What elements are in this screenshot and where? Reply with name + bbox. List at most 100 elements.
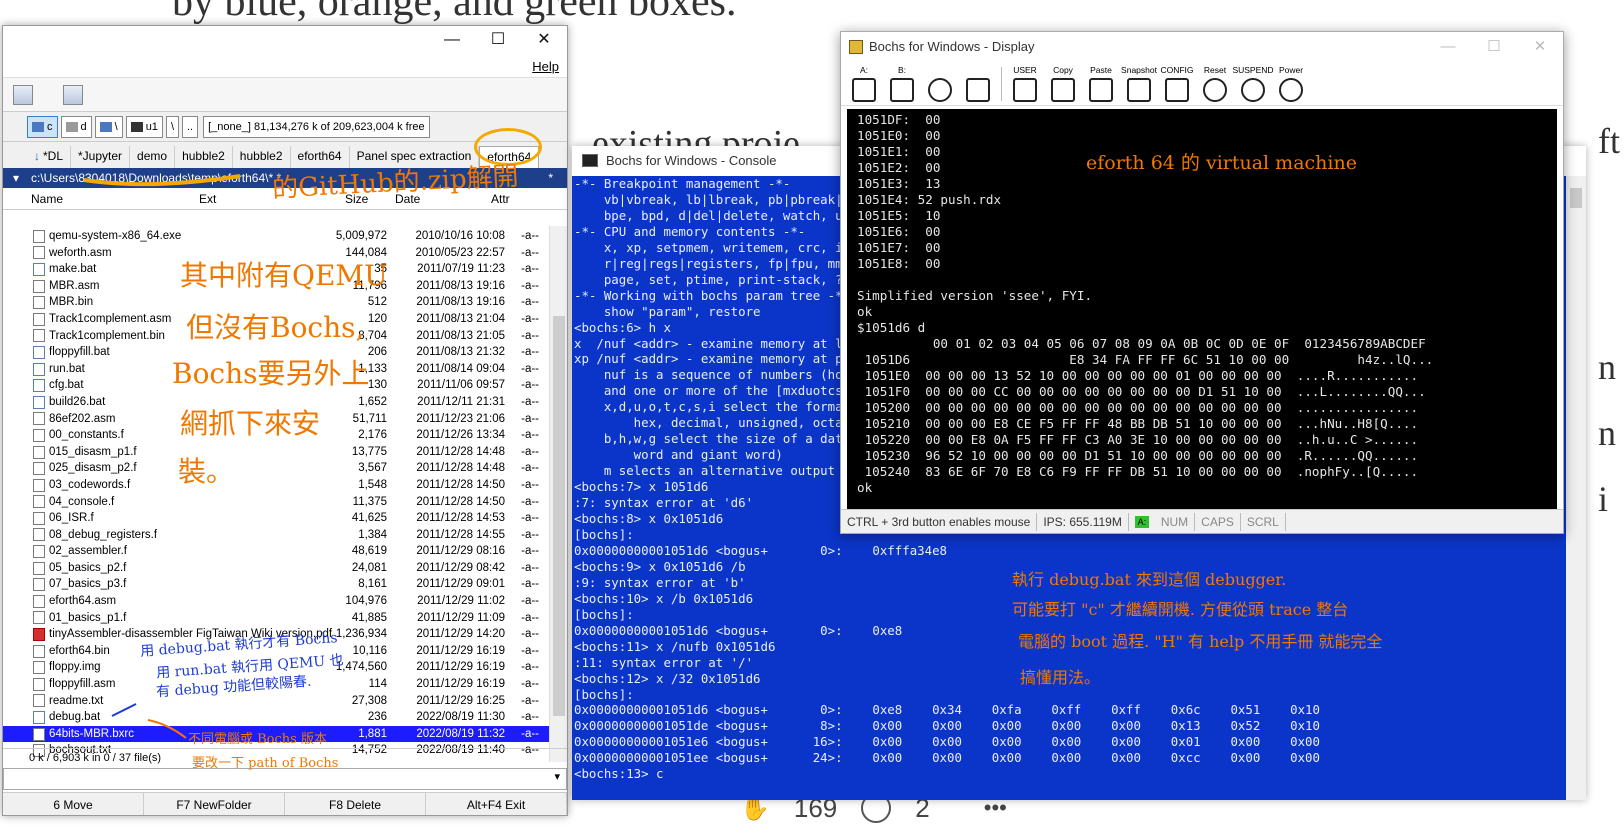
camera-button[interactable]: Snapshot: [1121, 65, 1157, 103]
file-date: 2011/12/29 14:20: [416, 628, 505, 641]
file-row[interactable]: debug.bat 236 2022/08/19 11:30 -a--: [3, 709, 551, 726]
console-scrollbar[interactable]: [1566, 176, 1586, 800]
file-file-icon: [33, 445, 45, 459]
file-row[interactable]: eforth64.asm 104,976 2011/12/29 11:02 -a--: [3, 593, 551, 610]
file-name-cell: make.bat: [33, 261, 96, 278]
annotation-debugger-3: 電腦的 boot 過程. "H" 有 help 不用手冊 就能完全: [1018, 632, 1383, 651]
file-date: 2011/12/28 14:48: [416, 445, 505, 458]
command-line-input[interactable]: ▾: [3, 768, 567, 790]
paste-button[interactable]: Paste: [1084, 65, 1118, 103]
tab-hubble2[interactable]: hubble2: [233, 146, 291, 168]
console-line: 0x00000000001051d6 <bogus+ 0>: 0xfffa34e…: [574, 542, 947, 558]
close-icon[interactable]: ✕: [1517, 32, 1563, 62]
file-size: 41,625: [351, 512, 387, 525]
file-row[interactable]: 04_console.f 11,375 2011/12/28 14:50 -a--: [3, 494, 551, 511]
drive-u1-button[interactable]: u1: [125, 115, 163, 138]
suspend-button[interactable]: SUSPEND: [1232, 65, 1274, 103]
network-drive-button[interactable]: \: [94, 115, 123, 138]
keyboard-button[interactable]: USER: [1008, 65, 1042, 103]
maximize-icon[interactable]: ☐: [475, 26, 521, 56]
file-name: eforth64.bin: [49, 644, 110, 657]
f7-newfolder-button[interactable]: F7 NewFolder: [144, 793, 285, 815]
file-row[interactable]: 08_debug_registers.f 1,384 2011/12/28 14:5…: [3, 527, 551, 544]
mouse-disabled-button[interactable]: [961, 65, 995, 103]
chevron-down-icon[interactable]: ▾: [554, 770, 560, 783]
mouse-disabled-icon: [966, 77, 990, 102]
console-line: <bochs:13> c: [574, 766, 664, 782]
toolbar-button-label: Power: [1278, 64, 1304, 75]
file-name: floppy.img: [49, 661, 101, 674]
floppy-a-button[interactable]: A:: [847, 65, 881, 103]
file-row[interactable]: 07_basics_p3.f 8,161 2011/12/29 09:01 -a--: [3, 576, 551, 593]
file-date: 2011/12/23 21:06: [416, 412, 505, 425]
display-titlebar[interactable]: Bochs for Windows - Display — ☐ ✕: [841, 32, 1563, 62]
file-file-icon: [33, 296, 45, 310]
copy-button[interactable]: Copy: [1046, 65, 1080, 103]
power-button[interactable]: Power: [1274, 65, 1308, 103]
minimize-icon[interactable]: —: [429, 26, 475, 56]
cdrom-button[interactable]: [923, 65, 957, 103]
close-icon[interactable]: ✕: [521, 26, 567, 56]
maximize-icon[interactable]: ☐: [1471, 32, 1517, 62]
scrollbar-thumb[interactable]: [553, 316, 565, 716]
drive-d-button[interactable]: d: [60, 115, 92, 138]
file-name-cell: 025_disasm_p2.f: [33, 460, 137, 477]
file-row[interactable]: 02_assembler.f 48,619 2011/12/29 08:16 -a--: [3, 543, 551, 560]
file-date: 2011/12/29 08:16: [416, 545, 505, 558]
file-row[interactable]: 025_disasm_p2.f 3,567 2011/12/28 14:48 -a--: [3, 460, 551, 477]
scrollbar-thumb[interactable]: [1570, 188, 1582, 208]
file-size: 120: [367, 312, 387, 325]
file-row[interactable]: 015_disasm_p1.f 13,775 2011/12/28 14:48 -a-…: [3, 444, 551, 461]
file-attr: -a--: [521, 445, 539, 458]
minimize-icon[interactable]: —: [1425, 32, 1471, 62]
notebook-icon[interactable]: [63, 84, 83, 105]
f8-delete-button[interactable]: F8 Delete: [285, 793, 426, 815]
function-key-bar: 6 Move F7 NewFolder F8 Delete Alt+F4 Exi…: [3, 792, 567, 815]
file-size: 8,161: [358, 578, 387, 591]
parent-dir-button[interactable]: ..: [182, 115, 199, 138]
file-row[interactable]: 03_codewords.f 1,548 2011/12/28 14:50 -a--: [3, 477, 551, 494]
exit-button[interactable]: Alt+F4 Exit: [426, 793, 567, 815]
drive-c-button[interactable]: c: [27, 115, 58, 138]
file-attr: -a--: [521, 495, 539, 508]
tab-jupyter[interactable]: *Jupyter: [71, 146, 131, 168]
toolbar-button-label: Paste: [1090, 64, 1112, 75]
column-name[interactable]: Name: [3, 192, 199, 206]
file-list-scrollbar[interactable]: [549, 226, 567, 762]
file-file-icon: [33, 279, 45, 293]
file-row[interactable]: qemu-system-x86_64.exe 5,009,972 2010/10/1…: [3, 228, 551, 245]
tab-dl[interactable]: ↓ *DL: [27, 146, 72, 168]
file-manager-titlebar[interactable]: — ☐ ✕: [3, 26, 567, 56]
file-row[interactable]: 01_basics_p1.f 41,885 2011/12/29 11:09 -a--: [3, 610, 551, 627]
tab-hubble2[interactable]: hubble2: [175, 146, 233, 168]
menu-help[interactable]: Help: [532, 59, 559, 74]
screen-line: 1051E7: 00: [857, 240, 941, 255]
file-name-cell: floppyfill.asm: [33, 676, 115, 693]
file-attr: -a--: [521, 578, 539, 591]
reset-button[interactable]: Reset: [1198, 65, 1232, 103]
config-button[interactable]: CONFIG: [1160, 65, 1194, 103]
annotation-qemu-4: 網抓下來安: [180, 407, 321, 440]
ips-counter: IPS: 655.119M: [1037, 512, 1129, 531]
file-file-icon: [33, 528, 45, 542]
file-name-cell: 08_debug_registers.f: [33, 527, 157, 544]
refresh-icon[interactable]: [13, 84, 33, 105]
console-line: [bochs]:: [574, 686, 634, 702]
file-row[interactable]: 05_basics_p2.f 24,081 2011/12/29 08:42 -a--: [3, 560, 551, 577]
file-file-icon: [33, 644, 45, 658]
annotation-qemu-3: Bochs要另外上: [172, 357, 370, 390]
f6-move-button[interactable]: 6 Move: [3, 793, 144, 815]
root-dir-button[interactable]: \: [165, 115, 179, 138]
file-row[interactable]: readme.txt 27,308 2011/12/29 16:25 -a--: [3, 693, 551, 710]
chevron-down-icon[interactable]: ▾: [13, 168, 19, 188]
floppy-b-button[interactable]: B:: [885, 65, 919, 103]
annotation-debugger-1: 執行 debug.bat 來到這個 debugger.: [1012, 570, 1287, 589]
file-size: 1,236,934: [335, 628, 387, 641]
file-row[interactable]: 06_ISR.f 41,625 2011/12/28 14:53 -a--: [3, 510, 551, 527]
file-attr: -a--: [521, 246, 539, 259]
txt-file-icon: [33, 694, 45, 708]
file-date: 2011/12/29 16:25: [416, 694, 505, 707]
filter-star[interactable]: *: [548, 168, 553, 188]
file-name-cell: readme.txt: [33, 693, 103, 710]
tab-demo[interactable]: demo: [130, 146, 176, 168]
